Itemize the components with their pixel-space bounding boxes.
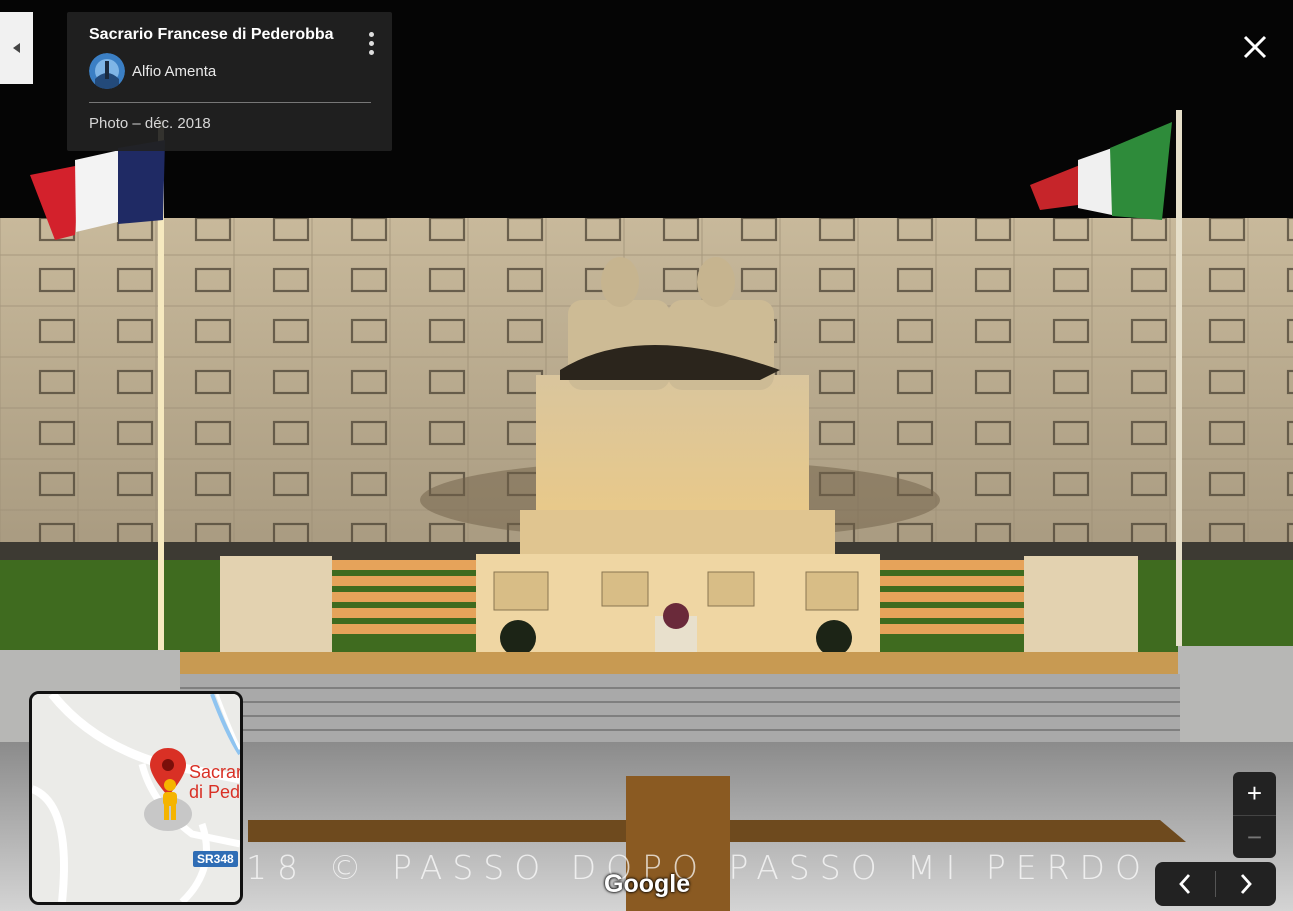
- chevron-right-icon: [1240, 874, 1252, 894]
- author-name[interactable]: Alfio Amenta: [132, 63, 216, 80]
- google-logo: Google: [604, 870, 691, 898]
- chevron-left-icon: [1179, 874, 1191, 894]
- place-title[interactable]: Sacrario Francese di Pederobba: [89, 26, 372, 44]
- photo-watermark: 18 © PASSO DOPO PASSO MI PERDO: [246, 848, 1151, 887]
- close-button[interactable]: [1236, 30, 1272, 66]
- close-icon: [1243, 35, 1267, 59]
- map-place-label: Sacrar di Ped: [189, 762, 243, 802]
- photo-date: Photo – déc. 2018: [89, 115, 211, 132]
- zoom-in-button[interactable]: +: [1233, 772, 1276, 815]
- author-row[interactable]: Alfio Amenta: [89, 53, 372, 89]
- place-info-card: Sacrario Francese di Pederobba Alfio Ame…: [67, 12, 392, 151]
- zoom-controls: + −: [1233, 772, 1276, 858]
- photo-nav-controls: [1155, 862, 1276, 906]
- minimap[interactable]: Sacrar di Ped SR348: [29, 691, 243, 905]
- avatar[interactable]: [89, 53, 125, 89]
- pegman-icon[interactable]: [156, 778, 184, 822]
- next-photo-button[interactable]: [1216, 862, 1276, 906]
- road-shield: SR348: [193, 851, 238, 867]
- prev-photo-button[interactable]: [1155, 862, 1215, 906]
- collapse-panel-button[interactable]: [0, 12, 33, 84]
- zoom-out-button[interactable]: −: [1233, 815, 1276, 858]
- more-vert-icon[interactable]: [368, 32, 374, 56]
- card-divider: [89, 102, 371, 103]
- triangle-left-icon: [12, 43, 20, 53]
